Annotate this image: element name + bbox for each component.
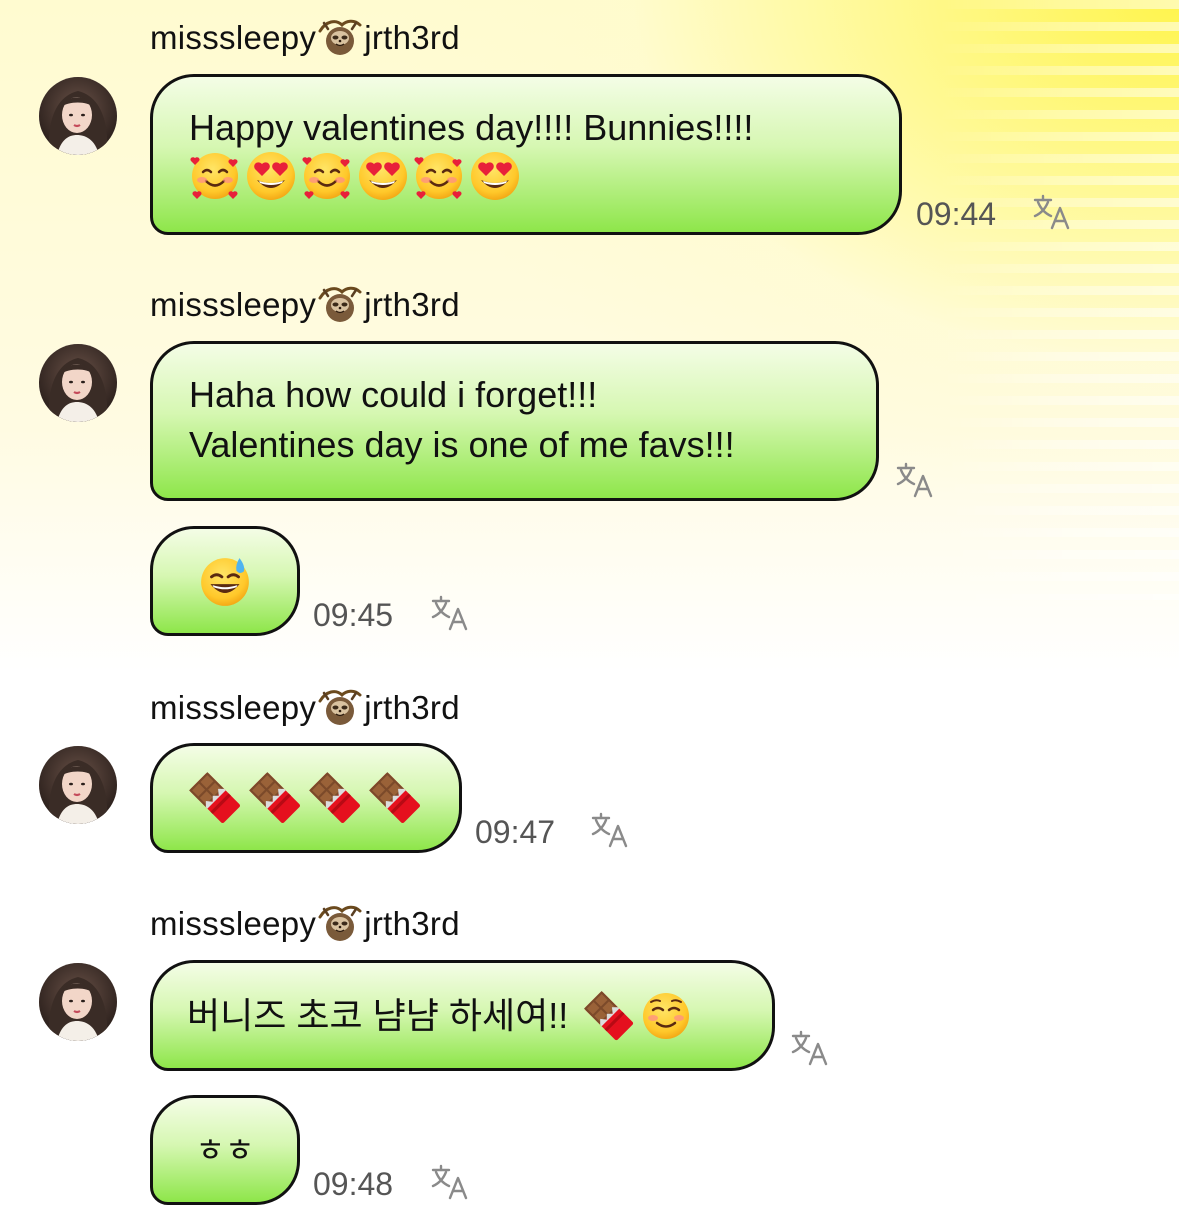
message-text: Happy valentines day!!!! Bunnies!!!!	[189, 107, 754, 148]
translate-icon[interactable]	[790, 1030, 830, 1066]
smiling-face-with-hearts-icon	[189, 150, 241, 202]
heart-eyes-icon	[245, 150, 297, 202]
sender-name: misssleepy jrth3rd	[150, 904, 460, 944]
message-text: ㅎㅎ	[195, 1132, 255, 1168]
message-bubble[interactable]	[150, 526, 300, 636]
sender-name-left: misssleepy	[150, 905, 317, 942]
sloth-emoji	[316, 17, 364, 57]
chocolate-bar-icon	[247, 770, 303, 826]
background-stripes	[939, 0, 1179, 600]
message-bubble[interactable]: ㅎㅎ	[150, 1095, 300, 1205]
smiling-face-icon	[640, 990, 692, 1042]
message-text: 버니즈 초코 냠냠 하세여!!	[187, 994, 569, 1036]
message-time: 09:47	[475, 814, 556, 850]
chocolate-bar-icon	[367, 770, 423, 826]
smiling-face-with-hearts-icon	[413, 150, 465, 202]
chocolate-bar-icon	[582, 989, 636, 1043]
heart-eyes-icon	[357, 150, 409, 202]
sender-name-left: misssleepy	[150, 286, 317, 323]
translate-icon[interactable]	[1032, 194, 1072, 230]
avatar[interactable]	[39, 746, 117, 824]
sender-name: misssleepy jrth3rd	[150, 285, 460, 325]
chocolate-bar-icon	[307, 770, 363, 826]
sender-name-right: jrth3rd	[364, 689, 460, 726]
translate-icon[interactable]	[430, 595, 470, 631]
avatar[interactable]	[39, 344, 117, 422]
translate-icon[interactable]	[895, 462, 935, 498]
sender-name: misssleepy jrth3rd	[150, 688, 460, 728]
emoji-row	[189, 149, 899, 207]
message-bubble[interactable]: 버니즈 초코 냠냠 하세여!!	[150, 960, 775, 1071]
sender-name-right: jrth3rd	[364, 905, 460, 942]
message-text: Haha how could i forget!!!	[189, 374, 598, 415]
message-time: 09:45	[313, 597, 394, 633]
message-text: Valentines day is one of me favs!!!	[189, 424, 735, 465]
avatar[interactable]	[39, 963, 117, 1041]
sloth-emoji	[316, 687, 364, 727]
sender-name-right: jrth3rd	[364, 19, 460, 56]
message-bubble[interactable]: Happy valentines day!!!! Bunnies!!!!	[150, 74, 902, 235]
message-time: 09:44	[916, 196, 997, 232]
chocolate-bar-icon	[187, 770, 243, 826]
smiling-face-with-hearts-icon	[301, 150, 353, 202]
sender-name-left: misssleepy	[150, 19, 317, 56]
message-time: 09:48	[313, 1166, 394, 1202]
translate-icon[interactable]	[430, 1164, 470, 1200]
heart-eyes-icon	[469, 150, 521, 202]
sender-name-left: misssleepy	[150, 689, 317, 726]
message-bubble[interactable]: Haha how could i forget!!! Valentines da…	[150, 341, 879, 501]
sloth-emoji	[316, 903, 364, 943]
avatar[interactable]	[39, 77, 117, 155]
sweat-smile-icon	[198, 554, 252, 608]
message-bubble[interactable]	[150, 743, 462, 853]
sender-name: misssleepy jrth3rd	[150, 18, 460, 58]
translate-icon[interactable]	[590, 812, 630, 848]
sender-name-right: jrth3rd	[364, 286, 460, 323]
sloth-emoji	[316, 284, 364, 324]
